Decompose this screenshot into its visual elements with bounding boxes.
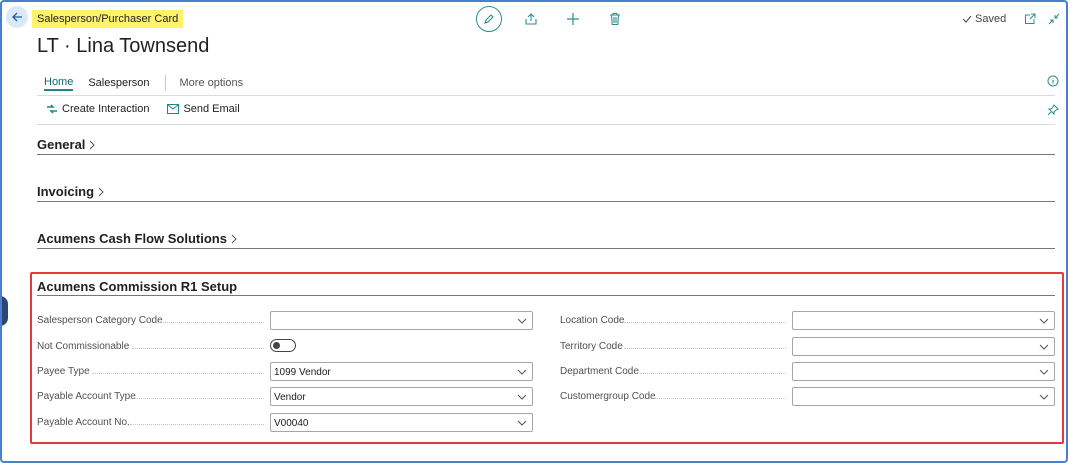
create-interaction-button[interactable]: Create Interaction	[46, 103, 149, 115]
payee-type-select[interactable]: 1099 Vendor	[270, 362, 533, 381]
payee-type-label: Payee Type	[37, 366, 90, 377]
send-email-button[interactable]: Send Email	[167, 103, 240, 115]
chevron-down-icon	[517, 420, 527, 426]
chevron-down-icon	[1039, 318, 1049, 324]
collapse-icon	[1048, 13, 1060, 25]
section-cash-flow-line	[37, 248, 1055, 249]
payable-account-type-label: Payable Account Type	[37, 391, 136, 402]
field-leader	[624, 348, 786, 349]
section-cash-flow[interactable]: Acumens Cash Flow Solutions	[37, 231, 237, 246]
saved-label: Saved	[975, 13, 1007, 25]
payable-account-no-label: Payable Account No.	[37, 417, 130, 428]
chevron-right-icon	[98, 187, 104, 196]
section-cash-flow-label: Acumens Cash Flow Solutions	[37, 231, 227, 246]
department-code-select[interactable]	[792, 362, 1055, 381]
customergroup-code-select[interactable]	[792, 387, 1055, 406]
location-code-select[interactable]	[792, 311, 1055, 330]
open-new-window-button[interactable]	[1022, 11, 1038, 27]
tabs-divider	[37, 95, 1055, 96]
actions-divider	[37, 124, 1055, 125]
chevron-right-icon	[90, 140, 96, 149]
tab-home[interactable]: Home	[44, 76, 74, 91]
payable-account-no-value: V00040	[274, 418, 309, 429]
payable-account-no-select[interactable]: V00040	[270, 413, 533, 432]
collapse-button[interactable]	[1046, 11, 1062, 27]
location-code-label: Location Code	[560, 315, 625, 326]
email-icon	[167, 104, 180, 114]
field-leader	[92, 373, 264, 374]
info-button[interactable]	[1046, 74, 1060, 88]
pencil-icon	[484, 14, 494, 24]
chevron-down-icon	[1039, 369, 1049, 375]
chevron-right-icon	[231, 234, 237, 243]
arrow-left-icon	[12, 12, 22, 22]
territory-code-label: Territory Code	[560, 341, 623, 352]
plus-icon	[567, 13, 579, 25]
field-leader	[132, 348, 264, 349]
section-invoicing[interactable]: Invoicing	[37, 184, 104, 199]
chevron-down-icon	[1039, 344, 1049, 350]
section-commission-setup[interactable]: Acumens Commission R1 Setup	[37, 279, 237, 294]
chevron-down-icon	[517, 394, 527, 400]
action-bar: Create Interaction Send Email	[46, 103, 240, 115]
info-icon	[1047, 75, 1059, 87]
toggle-knob	[273, 342, 280, 349]
interaction-icon	[47, 104, 57, 114]
send-email-label: Send Email	[183, 103, 240, 115]
action-tabs: Home Salesperson More options	[44, 75, 258, 91]
tab-more-options[interactable]: More options	[180, 77, 244, 89]
pin-icon	[1047, 104, 1059, 116]
delete-button[interactable]	[606, 10, 624, 28]
field-leader	[654, 398, 786, 399]
edit-button[interactable]	[476, 6, 502, 32]
field-leader	[624, 322, 786, 323]
page-title: LT · Lina Townsend	[37, 35, 210, 57]
payable-account-type-select[interactable]: Vendor	[270, 387, 533, 406]
tab-salesperson[interactable]: Salesperson	[88, 77, 149, 89]
salesperson-category-code-select[interactable]	[270, 311, 533, 330]
chevron-down-icon	[1039, 394, 1049, 400]
new-button[interactable]	[564, 10, 582, 28]
create-interaction-label: Create Interaction	[62, 103, 150, 115]
side-panel-handle[interactable]	[2, 296, 8, 326]
open-new-window-icon	[1025, 13, 1036, 24]
section-general-line	[37, 154, 1055, 155]
section-commission-setup-line	[37, 295, 1055, 296]
checkmark-icon	[962, 15, 972, 23]
field-leader	[135, 398, 264, 399]
payee-type-value: 1099 Vendor	[274, 367, 331, 378]
page-frame: Salesperson/Purchaser Card Saved LT · Li…	[0, 0, 1068, 463]
chevron-down-icon	[517, 318, 527, 324]
department-code-label: Department Code	[560, 366, 639, 377]
field-leader	[159, 322, 264, 323]
section-general-label: General	[37, 137, 86, 152]
salesperson-category-code-label: Salesperson Category Code	[37, 315, 163, 326]
section-invoicing-label: Invoicing	[37, 184, 95, 199]
field-leader	[130, 424, 264, 425]
field-leader	[640, 373, 786, 374]
not-commissionable-label: Not Commissionable	[37, 341, 130, 352]
not-commissionable-toggle[interactable]	[270, 339, 296, 352]
share-button[interactable]	[522, 10, 540, 28]
back-button[interactable]	[6, 6, 28, 28]
customergroup-code-label: Customergroup Code	[560, 391, 656, 402]
trash-icon	[610, 12, 620, 26]
section-invoicing-line	[37, 201, 1055, 202]
personalize-button[interactable]	[1046, 103, 1060, 117]
section-general[interactable]: General	[37, 137, 96, 152]
saved-status: Saved	[962, 13, 1006, 25]
payable-account-type-value: Vendor	[274, 392, 306, 403]
territory-code-select[interactable]	[792, 337, 1055, 356]
chevron-down-icon	[517, 369, 527, 375]
breadcrumb[interactable]: Salesperson/Purchaser Card	[32, 10, 184, 28]
share-icon	[525, 13, 537, 25]
tab-divider	[164, 75, 166, 91]
